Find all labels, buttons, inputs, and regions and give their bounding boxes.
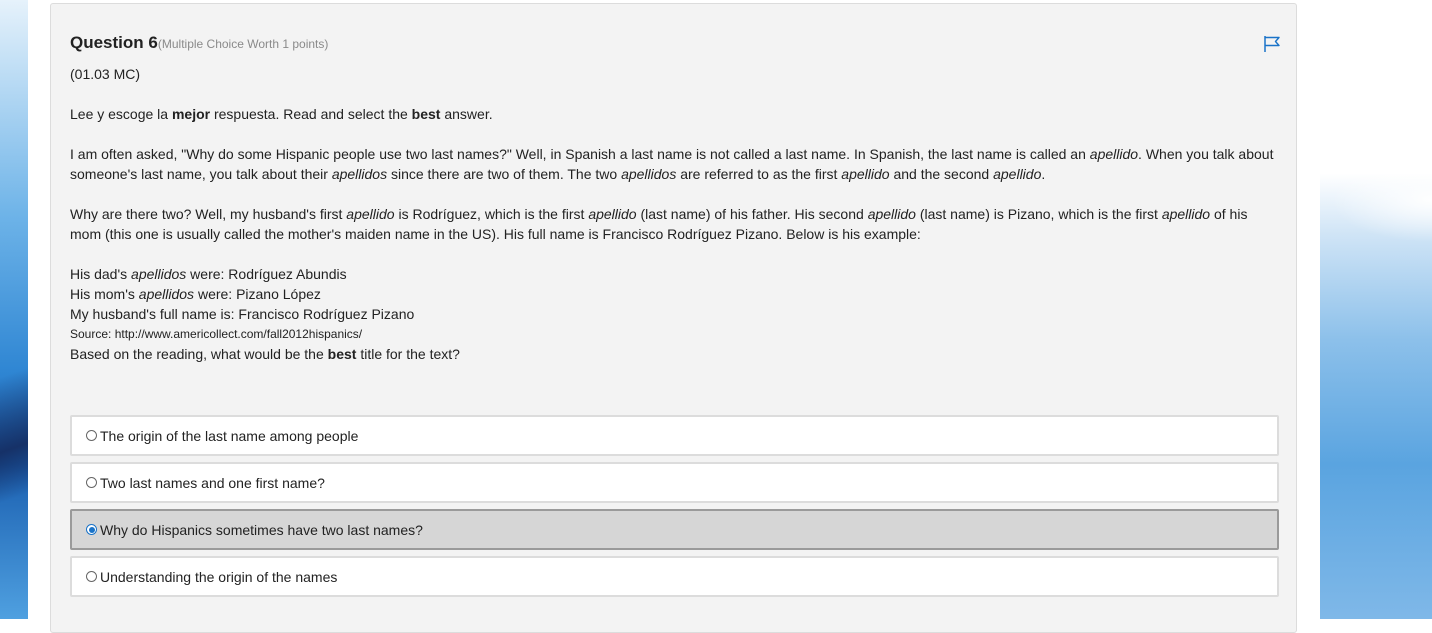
radio-button-selected[interactable]: [86, 524, 97, 535]
answer-option-1[interactable]: The origin of the last name among people: [70, 415, 1279, 456]
passage-paragraph-1: I am often asked, "Why do some Hispanic …: [70, 146, 1274, 182]
question-content: (01.03 MC) Lee y escoge la mejor respues…: [70, 64, 1280, 364]
question-title: Question 6: [70, 33, 158, 52]
question-card: Question 6 (Multiple Choice Worth 1 poin…: [50, 3, 1297, 633]
radio-button[interactable]: [86, 571, 97, 582]
example-line-dad: His dad's apellidos were: Rodríguez Abun…: [70, 266, 347, 282]
answer-option-label: Why do Hispanics sometimes have two last…: [100, 521, 423, 538]
question-meta: (Multiple Choice Worth 1 points): [157, 37, 329, 51]
answer-option-label: Two last names and one first name?: [100, 474, 325, 491]
source-citation: Source: http://www.americollect.com/fall…: [70, 327, 363, 341]
answer-option-2[interactable]: Two last names and one first name?: [70, 462, 1279, 503]
background-left: [0, 0, 28, 619]
example-line-mom: His mom's apellidos were: Pizano López: [70, 286, 321, 302]
example-line-husband: My husband's full name is: Francisco Rod…: [70, 306, 415, 322]
radio-button[interactable]: [86, 430, 97, 441]
question-header: Question 6 (Multiple Choice Worth 1 poin…: [70, 33, 328, 53]
answer-option-4[interactable]: Understanding the origin of the names: [70, 556, 1279, 597]
question-prompt: Based on the reading, what would be the …: [70, 346, 460, 362]
instructions: Lee y escoge la mejor respuesta. Read an…: [70, 106, 493, 122]
flag-icon[interactable]: [1263, 35, 1281, 53]
background-right: [1320, 0, 1432, 619]
answer-option-label: Understanding the origin of the names: [100, 568, 338, 585]
question-code: (01.03 MC): [70, 66, 141, 82]
answer-option-label: The origin of the last name among people: [100, 427, 359, 444]
passage-paragraph-2: Why are there two? Well, my husband's fi…: [70, 206, 1248, 242]
answer-options: The origin of the last name among people…: [70, 415, 1279, 603]
radio-button[interactable]: [86, 477, 97, 488]
answer-option-3[interactable]: Why do Hispanics sometimes have two last…: [70, 509, 1279, 550]
